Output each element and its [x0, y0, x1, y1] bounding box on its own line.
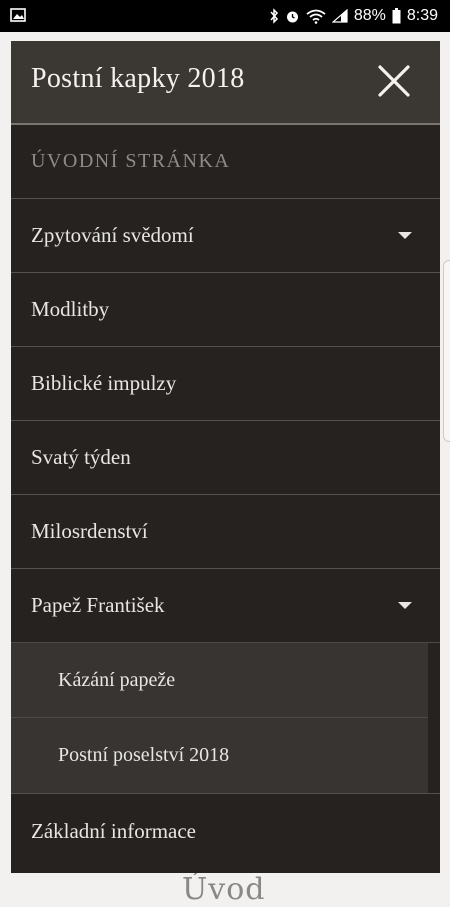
submenu-pope-francis: Kázání papeže Postní poselství 2018: [11, 643, 440, 794]
menu-item-label: ÚVODNÍ STRÁNKA: [31, 150, 231, 172]
close-button[interactable]: [374, 61, 414, 101]
menu-item-holy-week[interactable]: Svatý týden: [11, 421, 440, 495]
navigation-drawer: Postní kapky 2018 ÚVODNÍ STRÁNKA Zpytová…: [11, 41, 440, 873]
image-icon: [10, 8, 26, 27]
submenu-item-lent-message[interactable]: Postní poselství 2018: [11, 718, 428, 793]
submenu-item-label: Kázání papeže: [58, 668, 176, 691]
menu-item-prayers[interactable]: Modlitby: [11, 273, 440, 347]
alarm-icon: [285, 9, 300, 24]
wifi-icon: [306, 9, 326, 24]
menu-item-label: Základní informace: [31, 818, 197, 843]
menu-item-home[interactable]: ÚVODNÍ STRÁNKA: [11, 125, 440, 199]
drawer-header: Postní kapky 2018: [11, 41, 440, 125]
drawer-title: Postní kapky 2018: [31, 63, 245, 94]
menu-item-mercy[interactable]: Milosrdenství: [11, 495, 440, 569]
menu-item-label: Biblické impulzy: [31, 371, 177, 395]
submenu-item-label: Postní poselství 2018: [58, 744, 230, 766]
chevron-down-icon[interactable]: [398, 232, 412, 239]
page-heading-behind: Úvod: [182, 872, 266, 907]
submenu-item-sermons[interactable]: Kázání papeže: [11, 643, 428, 718]
chevron-down-icon[interactable]: [398, 602, 412, 609]
battery-icon: [392, 8, 401, 24]
close-icon: [378, 65, 410, 97]
signal-icon: [331, 9, 348, 23]
page-scroll-indicator: [443, 260, 450, 442]
menu-item-label: Svatý týden: [31, 445, 131, 469]
menu-item-label: Modlitby: [31, 297, 110, 321]
menu-item-basic-info[interactable]: Základní informace: [11, 794, 440, 868]
menu-item-biblical-impulses[interactable]: Biblické impulzy: [11, 347, 440, 421]
status-bar: 88% 8:39: [0, 0, 450, 32]
menu-item-conscience[interactable]: Zpytování svědomí: [11, 199, 440, 273]
menu-item-label: Milosrdenství: [31, 519, 148, 543]
battery-percent: 88%: [353, 7, 386, 24]
menu-item-label: Papež František: [31, 593, 165, 617]
menu-item-label: Zpytování svědomí: [31, 223, 194, 247]
clock: 8:39: [406, 7, 438, 24]
bluetooth-icon: [269, 8, 279, 24]
menu-item-pope-francis[interactable]: Papež František: [11, 569, 440, 643]
